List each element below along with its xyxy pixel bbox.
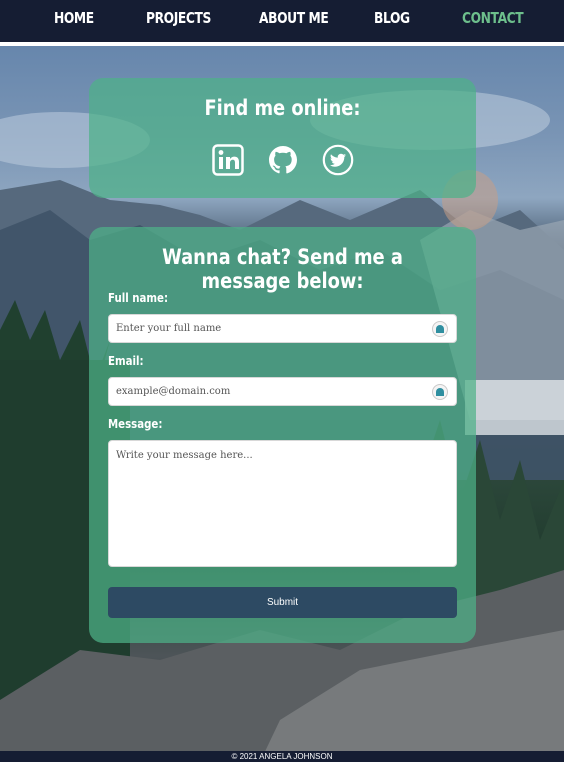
github-icon[interactable] <box>267 144 299 176</box>
online-title: Find me online: <box>204 96 361 120</box>
message-textarea[interactable]: Write your message here... <box>108 440 457 567</box>
nav-projects[interactable]: PROJECTS <box>146 0 211 42</box>
linkedin-icon[interactable] <box>211 144 244 176</box>
message-placeholder: Write your message here... <box>116 450 253 461</box>
submit-button[interactable]: Submit <box>108 587 457 618</box>
nav-about-me[interactable]: ABOUT ME <box>259 0 329 42</box>
twitter-icon[interactable] <box>322 144 354 176</box>
email-input[interactable]: example@domain.com <box>108 377 457 406</box>
autofill-icon[interactable] <box>432 384 448 400</box>
nav-blog[interactable]: BLOG <box>374 0 410 42</box>
email-placeholder: example@domain.com <box>116 386 231 397</box>
social-links <box>89 144 476 176</box>
autofill-icon[interactable] <box>432 321 448 337</box>
full-name-placeholder: Enter your full name <box>116 323 222 334</box>
footer-copyright: © 2021 ANGELA JOHNSON <box>0 751 564 762</box>
form-title: Wanna chat? Send me a message below: <box>162 245 403 293</box>
full-name-label: Full name: <box>108 291 169 305</box>
find-me-online-card: Find me online: <box>89 78 476 198</box>
nav-contact[interactable]: CONTACT <box>462 0 524 42</box>
top-nav: HOME PROJECTS ABOUT ME BLOG CONTACT <box>0 0 564 42</box>
message-label: Message: <box>108 417 163 431</box>
nav-home[interactable]: HOME <box>54 0 94 42</box>
full-name-input[interactable]: Enter your full name <box>108 314 457 343</box>
contact-form-card: Wanna chat? Send me a message below: Ful… <box>89 227 476 643</box>
nav-divider <box>0 42 564 46</box>
email-label: Email: <box>108 354 144 368</box>
